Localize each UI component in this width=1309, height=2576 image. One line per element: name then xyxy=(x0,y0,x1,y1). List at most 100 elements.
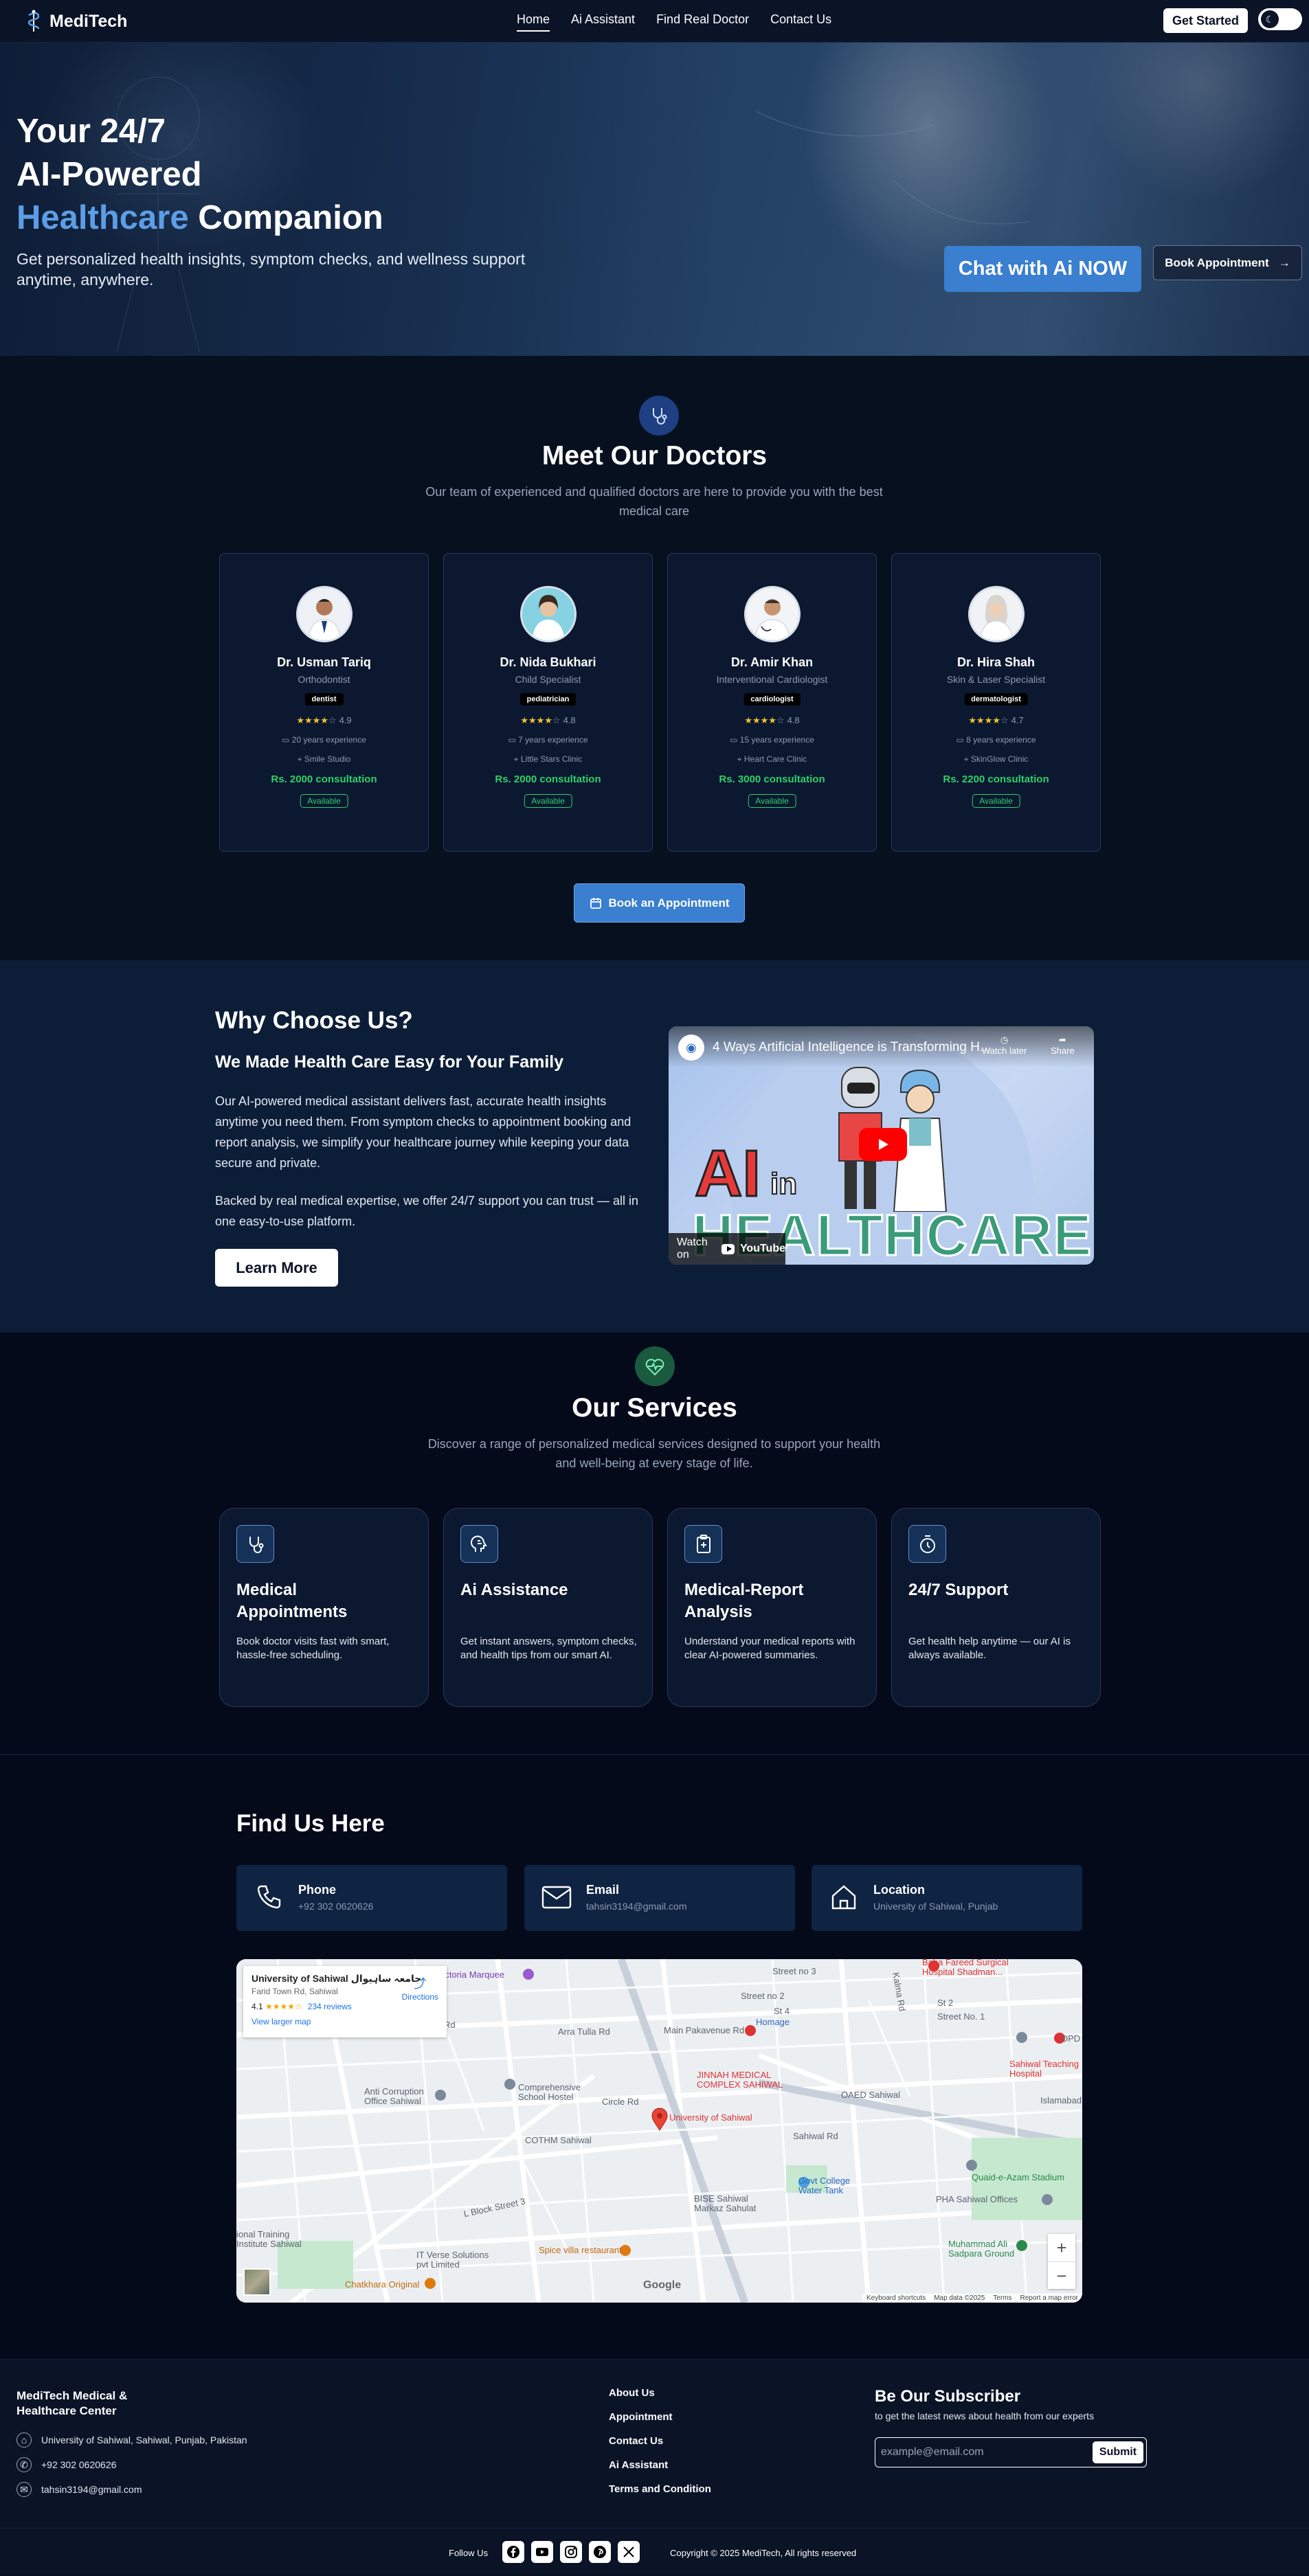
doctor-card[interactable]: Dr. Hira Shah Skin & Laser Specialist de… xyxy=(891,553,1101,852)
hero-subtitle: Get personalized health insights, sympto… xyxy=(16,250,526,289)
doctor-card[interactable]: Dr. Amir Khan Interventional Cardiologis… xyxy=(667,553,877,852)
learn-more-button[interactable]: Learn More xyxy=(215,1249,338,1287)
experience-text: 15 years experience xyxy=(739,735,814,745)
map-place-card: University of Sahiwal جامعہ ساہیوال Fari… xyxy=(243,1966,447,2037)
map-satellite-thumbnail[interactable] xyxy=(243,2268,271,2296)
stethoscope-icon xyxy=(639,396,679,436)
book-appointment-button[interactable]: Book Appointment → xyxy=(1153,245,1302,280)
doctor-avatar xyxy=(520,586,577,642)
video-title[interactable]: 4 Ways Artificial Intelligence is Transf… xyxy=(713,1040,991,1055)
youtube-video-embed[interactable]: ◉ 4 Ways Artificial Intelligence is Tran… xyxy=(669,1026,1094,1265)
map-reviews-link[interactable]: 234 reviews xyxy=(308,2002,352,2011)
contact-card-phone[interactable]: Phone +92 302 0620626 xyxy=(236,1865,507,1931)
calendar-icon: ▭ xyxy=(508,735,516,745)
nav-link-home[interactable]: Home xyxy=(517,12,550,32)
service-card-support[interactable]: 24/7 Support Get health help anytime — o… xyxy=(891,1508,1101,1707)
directions-button[interactable]: ⤴ Directions xyxy=(402,1974,438,2002)
play-button[interactable] xyxy=(859,1128,907,1161)
thumbnail-in-text: in xyxy=(770,1166,798,1201)
map-label: OAED Sahiwal xyxy=(841,2090,900,2100)
experience-text: 7 years experience xyxy=(518,735,588,745)
doctor-card[interactable]: Dr. Nida Bukhari Child Specialist pediat… xyxy=(443,553,653,852)
zoom-in-button[interactable]: + xyxy=(1048,2234,1075,2261)
nav-link-find-doctor[interactable]: Find Real Doctor xyxy=(656,12,749,32)
services-section: Our Services Discover a range of persona… xyxy=(0,1333,1309,1754)
doctor-name: Dr. Amir Khan xyxy=(730,655,814,669)
top-navbar: MediTech Home Ai Assistant Find Real Doc… xyxy=(0,0,1309,43)
google-map-embed[interactable]: University of Sahiwal Victoria Marquee A… xyxy=(236,1959,1082,2303)
pinterest-icon[interactable] xyxy=(589,2541,611,2563)
subscribe-email-input[interactable] xyxy=(877,2439,1090,2465)
terms-link[interactable]: Terms xyxy=(993,2294,1011,2302)
service-card-appointments[interactable]: Medical Appointments Book doctor visits … xyxy=(219,1508,429,1707)
map-label: JINNAH MEDICAL COMPLEX SAHIWAL xyxy=(697,2070,783,2090)
directions-icon: ⤴ xyxy=(414,1977,427,1991)
footer-phone: ✆ +92 302 0620626 xyxy=(16,2457,116,2472)
doctor-name: Dr. Nida Bukhari xyxy=(500,655,596,669)
doctors-section: Meet Our Doctors Our team of experienced… xyxy=(0,356,1309,960)
chat-ai-button[interactable]: Chat with Ai NOW xyxy=(944,246,1141,292)
watch-later-button[interactable]: ◷ Watch later xyxy=(982,1035,1027,1056)
map-label: IT Verse Solutions pvt Limited xyxy=(416,2250,489,2270)
doctor-tag: cardiologist xyxy=(743,693,801,705)
service-card-ai-assistance[interactable]: Ai Assistance Get instant answers, sympt… xyxy=(443,1508,653,1707)
map-rating-value: 4.1 xyxy=(251,2002,263,2011)
contact-value: University of Sahiwal, Punjab xyxy=(873,1901,998,1912)
footer-link-about[interactable]: About Us xyxy=(609,2387,711,2399)
get-started-button[interactable]: Get Started xyxy=(1163,8,1248,33)
map-label: Homage xyxy=(756,2017,790,2027)
x-icon[interactable] xyxy=(618,2541,640,2563)
subscribe-submit-button[interactable]: Submit xyxy=(1093,2441,1143,2463)
zoom-out-button[interactable]: − xyxy=(1048,2261,1075,2290)
facebook-icon[interactable] xyxy=(502,2541,524,2563)
doctor-specialty: Interventional Cardiologist xyxy=(716,674,828,685)
hero-title-rest: Companion xyxy=(188,199,383,236)
why-choose-us-section: Why Choose Us? We Made Health Care Easy … xyxy=(0,960,1309,1333)
footer: MediTech Medical & Healthcare Center ⌂ Un… xyxy=(0,2359,1309,2575)
hero-title-highlight: Healthcare xyxy=(16,199,189,236)
doctor-clinic: ⌖ SkinGlow Clinic xyxy=(892,754,1100,765)
report-map-error-link[interactable]: Report a map error xyxy=(1020,2294,1078,2302)
subscribe-description: to get the latest news about health from… xyxy=(875,2410,1095,2421)
service-card-report-analysis[interactable]: Medical-Report Analysis Understand your … xyxy=(667,1508,877,1707)
experience-text: 8 years experience xyxy=(966,735,1036,745)
theme-toggle[interactable]: ☾ xyxy=(1258,8,1302,30)
subscribe-form: Submit xyxy=(875,2437,1147,2467)
instagram-icon[interactable] xyxy=(560,2541,582,2563)
service-title: Ai Assistance xyxy=(460,1581,568,1599)
view-larger-map-link[interactable]: View larger map xyxy=(251,2017,438,2026)
service-title: 24/7 Support xyxy=(908,1581,1009,1599)
footer-link-ai-assistant[interactable]: Ai Assistant xyxy=(609,2459,711,2471)
brand-logo[interactable]: MediTech xyxy=(23,10,127,33)
footer-link-contact[interactable]: Contact Us xyxy=(609,2435,711,2447)
keyboard-shortcuts-link[interactable]: Keyboard shortcuts xyxy=(866,2294,926,2302)
contact-card-email[interactable]: Email tahsin3194@gmail.com xyxy=(524,1865,795,1931)
doctor-tag: dentist xyxy=(304,693,344,705)
watch-on-youtube-button[interactable]: Watch on YouTube xyxy=(669,1233,785,1265)
rating-value: 4.8 xyxy=(787,715,800,725)
book-an-appointment-button[interactable]: Book an Appointment xyxy=(574,883,745,923)
footer-link-appointment[interactable]: Appointment xyxy=(609,2411,711,2423)
share-label: Share xyxy=(1051,1046,1075,1056)
footer-phone-text: +92 302 0620626 xyxy=(41,2459,117,2470)
youtube-icon[interactable] xyxy=(531,2541,553,2563)
doctor-card[interactable]: Dr. Usman Tariq Orthodontist dentist ★★★… xyxy=(219,553,429,852)
share-button[interactable]: ➦ Share xyxy=(1051,1035,1075,1056)
services-title: Our Services xyxy=(572,1393,737,1423)
find-us-title: Find Us Here xyxy=(236,1810,385,1837)
nav-link-ai-assistant[interactable]: Ai Assistant xyxy=(571,12,635,32)
thumbnail-ai-text: AI xyxy=(694,1136,762,1212)
channel-avatar[interactable]: ◉ xyxy=(678,1035,704,1061)
stethoscope-icon xyxy=(236,1525,274,1563)
calendar-icon: ▭ xyxy=(282,735,290,745)
calendar-icon xyxy=(590,897,601,909)
contact-label: Phone xyxy=(298,1883,337,1897)
service-title: Medical Appointments xyxy=(236,1581,348,1621)
directions-label: Directions xyxy=(401,1992,438,2002)
location-pin-icon xyxy=(651,2108,668,2131)
contact-card-location[interactable]: Location University of Sahiwal, Punjab xyxy=(812,1865,1082,1931)
play-icon xyxy=(879,1139,888,1150)
clinic-text: Little Stars Clinic xyxy=(520,754,583,764)
footer-link-terms[interactable]: Terms and Condition xyxy=(609,2483,711,2495)
nav-link-contact[interactable]: Contact Us xyxy=(770,12,831,32)
